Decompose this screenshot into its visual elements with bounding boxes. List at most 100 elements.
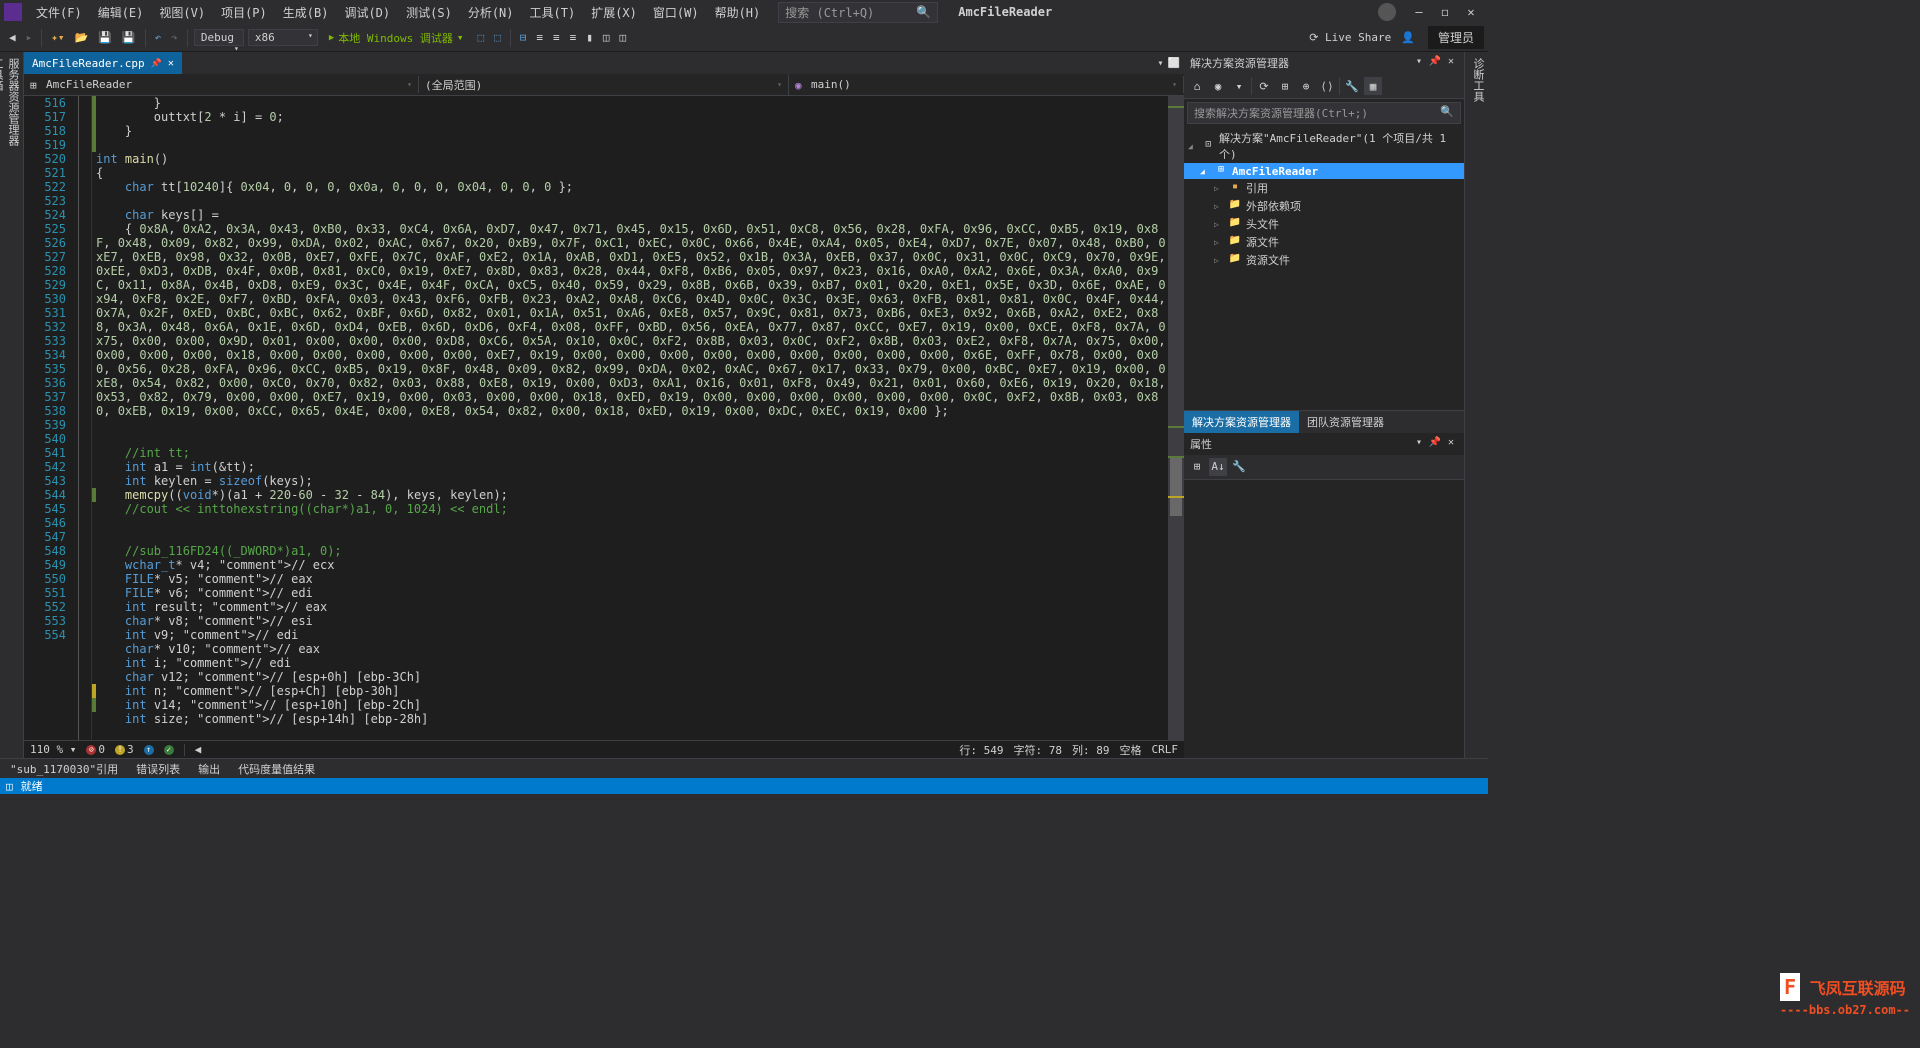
- config-dropdown[interactable]: Debug: [194, 29, 244, 46]
- menu-item[interactable]: 项目(P): [213, 4, 275, 22]
- menu-item[interactable]: 编辑(E): [90, 4, 152, 22]
- code-metrics-tab[interactable]: 代码度量值结果: [234, 759, 319, 779]
- build-ok[interactable]: ✓: [164, 745, 174, 755]
- tb-icon-9[interactable]: ◫: [616, 29, 631, 46]
- save-all-button[interactable]: 💾: [118, 29, 140, 46]
- run-button[interactable]: 本地 Windows 调试器 ▾: [321, 28, 472, 48]
- output-tab[interactable]: 输出: [194, 759, 224, 779]
- menu-item[interactable]: 分析(N): [460, 4, 522, 22]
- menu-item[interactable]: 测试(S): [398, 4, 460, 22]
- tree-item[interactable]: ▷📁资源文件: [1184, 251, 1464, 269]
- scope-dropdown[interactable]: (全局范围): [419, 75, 789, 95]
- tab-fullscreen-icon[interactable]: ⬜: [1168, 58, 1180, 69]
- scrollbar-thumb[interactable]: [1170, 456, 1182, 516]
- references-tab[interactable]: "sub_1170030"引用: [6, 759, 122, 779]
- close-button[interactable]: ✕: [1458, 2, 1484, 22]
- info-up[interactable]: ↑: [144, 745, 154, 755]
- p-icon-2[interactable]: ◉: [1209, 77, 1227, 95]
- tb-icon-1[interactable]: ⬚: [474, 29, 489, 46]
- tb-icon-5[interactable]: ≡: [549, 29, 564, 46]
- menu-item[interactable]: 窗口(W): [645, 4, 707, 22]
- tb-icon-3[interactable]: ⊟: [516, 29, 531, 46]
- redo-button[interactable]: ↷: [167, 29, 182, 46]
- tb-icon-4[interactable]: ≡: [532, 29, 547, 46]
- refresh-icon[interactable]: ⟳: [1255, 77, 1273, 95]
- team-explorer-tab[interactable]: 团队资源管理器: [1299, 411, 1392, 433]
- tb-icon-7[interactable]: ▮: [582, 29, 597, 46]
- char-indicator: 字符: 78: [1014, 742, 1063, 758]
- menu-item[interactable]: 调试(D): [336, 4, 398, 22]
- maximize-button[interactable]: ◻: [1432, 2, 1458, 22]
- menu-item[interactable]: 扩展(X): [583, 4, 645, 22]
- tb-icon-8[interactable]: ◫: [599, 29, 614, 46]
- p-icon-7[interactable]: ⟨⟩: [1318, 77, 1336, 95]
- props-wrench-icon[interactable]: 🔧: [1230, 458, 1248, 476]
- props-close-icon[interactable]: ✕: [1444, 437, 1458, 451]
- panel-close-icon[interactable]: ✕: [1444, 56, 1458, 70]
- panel-pin-icon[interactable]: 📌: [1428, 56, 1442, 70]
- open-file-button[interactable]: 📂: [71, 29, 93, 46]
- menu-item[interactable]: 文件(F): [28, 4, 90, 22]
- line-ending: CRLF: [1152, 743, 1179, 756]
- pin-icon[interactable]: 📌: [151, 59, 162, 69]
- code-editor[interactable]: 5165175185195205215225235245255265275285…: [24, 96, 1184, 740]
- p-icon-6[interactable]: ⊕: [1297, 77, 1315, 95]
- server-explorer-tab[interactable]: 服务器资源管理器: [5, 58, 21, 742]
- bottom-tool-tabs: "sub_1170030"引用 错误列表 输出 代码度量值结果: [0, 758, 1488, 778]
- editor-status-row: 110 % ▾ ⊘0 !3 ↑ ✓ ◀ 行: 549 字符: 78 列: 89 …: [24, 740, 1184, 758]
- nav-fwd-button[interactable]: ▸: [22, 29, 37, 46]
- tb-icon-6[interactable]: ≡: [566, 29, 581, 46]
- menu-item[interactable]: 视图(V): [151, 4, 213, 22]
- solution-explorer-header: 解决方案资源管理器 ▾ 📌 ✕: [1184, 52, 1464, 74]
- menu-item[interactable]: 工具(T): [522, 4, 584, 22]
- p-icon-5[interactable]: ⊞: [1276, 77, 1294, 95]
- new-file-button[interactable]: ✦▾: [47, 29, 68, 46]
- p-icon-3[interactable]: ▾: [1230, 77, 1248, 95]
- tab-close-icon[interactable]: ✕: [168, 58, 174, 69]
- project-node[interactable]: ◢⊞AmcFileReader: [1184, 163, 1464, 179]
- platform-dropdown[interactable]: x86: [248, 29, 318, 46]
- feedback-icon[interactable]: 👤: [1397, 29, 1419, 46]
- props-cat-icon[interactable]: ⊞: [1188, 458, 1206, 476]
- properties-icon[interactable]: 🔧: [1343, 77, 1361, 95]
- solution-root[interactable]: ◢⊡解决方案"AmcFileReader"(1 个项目/共 1 个): [1184, 129, 1464, 163]
- insert-mode: 空格: [1120, 742, 1142, 758]
- tb-icon-2[interactable]: ⬚: [490, 29, 505, 46]
- tree-item[interactable]: ▷📁外部依赖项: [1184, 197, 1464, 215]
- menu-item[interactable]: 帮助(H): [707, 4, 769, 22]
- file-tab[interactable]: AmcFileReader.cpp 📌 ✕: [24, 52, 182, 74]
- project-dropdown[interactable]: ⊞AmcFileReader: [24, 76, 419, 93]
- app-title: AmcFileReader: [958, 5, 1052, 19]
- liveshare-button[interactable]: ⟳ Live Share: [1305, 29, 1395, 46]
- tree-item[interactable]: ▷📁源文件: [1184, 233, 1464, 251]
- toolbox-tab[interactable]: 工具箱: [0, 58, 5, 742]
- menu-item[interactable]: 生成(B): [275, 4, 337, 22]
- show-all-icon[interactable]: ▦: [1364, 77, 1382, 95]
- status-bar: ◫ 就绪: [0, 778, 1488, 794]
- diagnostics-tab[interactable]: 诊断工具: [1470, 58, 1486, 752]
- panel-dropdown-icon[interactable]: ▾: [1412, 56, 1426, 70]
- zoom-dropdown[interactable]: 110 % ▾: [30, 743, 76, 756]
- props-pin-icon[interactable]: 📌: [1428, 437, 1442, 451]
- tree-item[interactable]: ▷▪引用: [1184, 179, 1464, 197]
- vertical-scrollbar[interactable]: [1168, 96, 1184, 740]
- undo-button[interactable]: ↶: [151, 29, 166, 46]
- nav-back-button[interactable]: ◀: [5, 29, 20, 46]
- save-button[interactable]: 💾: [94, 29, 116, 46]
- props-dropdown-icon[interactable]: ▾: [1412, 437, 1426, 451]
- solution-explorer-tab[interactable]: 解决方案资源管理器: [1184, 411, 1299, 433]
- minimize-button[interactable]: —: [1406, 2, 1432, 22]
- home-icon[interactable]: ⌂: [1188, 77, 1206, 95]
- warn-count[interactable]: !3: [115, 743, 134, 756]
- quick-search-input[interactable]: 搜索 (Ctrl+Q)🔍: [778, 2, 938, 23]
- props-az-icon[interactable]: A↓: [1209, 458, 1227, 476]
- left-sidebar-strip: 服务器资源管理器 工具箱: [0, 52, 24, 758]
- solution-search-input[interactable]: 搜索解决方案资源管理器(Ctrl+;)🔍: [1187, 102, 1461, 124]
- tab-dropdown-icon[interactable]: ▾: [1158, 58, 1164, 69]
- error-list-tab[interactable]: 错误列表: [132, 759, 184, 779]
- error-count[interactable]: ⊘0: [86, 743, 105, 756]
- hscroll-left[interactable]: ◀: [195, 743, 202, 756]
- tree-item[interactable]: ▷📁头文件: [1184, 215, 1464, 233]
- user-avatar-icon[interactable]: [1378, 3, 1396, 21]
- function-dropdown[interactable]: ◉main(): [789, 76, 1184, 93]
